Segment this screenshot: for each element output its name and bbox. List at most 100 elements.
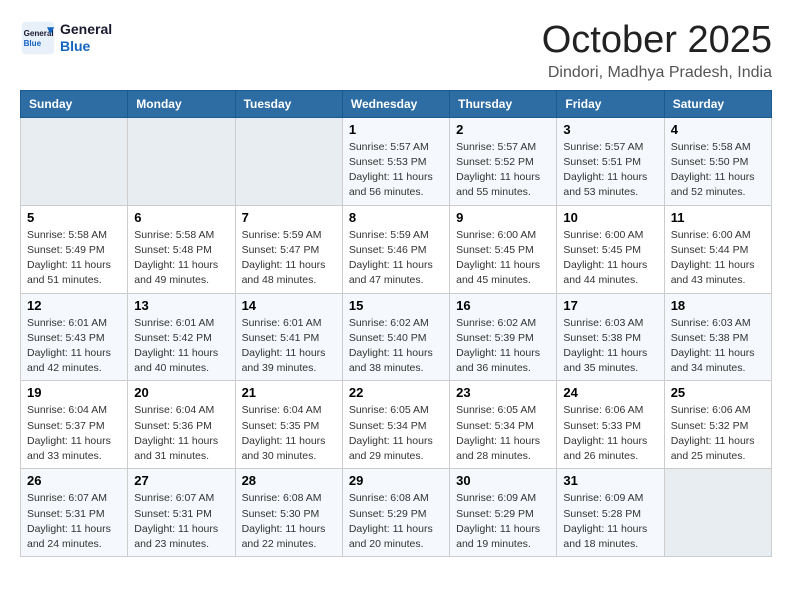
calendar-cell: 27Sunrise: 6:07 AMSunset: 5:31 PMDayligh… <box>128 469 235 557</box>
logo-icon: General Blue <box>20 20 56 56</box>
calendar-cell: 5Sunrise: 5:58 AMSunset: 5:49 PMDaylight… <box>21 205 128 293</box>
day-info: Sunrise: 5:58 AMSunset: 5:49 PMDaylight:… <box>27 228 121 289</box>
calendar-cell: 17Sunrise: 6:03 AMSunset: 5:38 PMDayligh… <box>557 293 664 381</box>
day-number: 13 <box>134 298 228 313</box>
day-number: 10 <box>563 210 657 225</box>
calendar-cell <box>21 117 128 205</box>
calendar-cell: 19 Sunrise: 6:04 AMSunset: 5:37 PMDayligh… <box>21 381 128 469</box>
calendar-cell: 26Sunrise: 6:07 AMSunset: 5:31 PMDayligh… <box>21 469 128 557</box>
day-info: Sunrise: 6:04 AMSunset: 5:35 PMDaylight:… <box>242 403 336 464</box>
day-info: Sunrise: 6:00 AMSunset: 5:44 PMDaylight:… <box>671 228 765 289</box>
calendar-cell <box>235 117 342 205</box>
calendar-cell: 13 Sunrise: 6:01 AMSunset: 5:42 PMDayligh… <box>128 293 235 381</box>
day-info: Sunrise: 6:03 AMSunset: 5:38 PMDaylight:… <box>671 316 765 377</box>
calendar-cell: 11 Sunrise: 6:00 AMSunset: 5:44 PMDayligh… <box>664 205 771 293</box>
svg-text:Blue: Blue <box>24 39 42 48</box>
calendar-cell: 21Sunrise: 6:04 AMSunset: 5:35 PMDayligh… <box>235 381 342 469</box>
calendar-cell: 2 Sunrise: 5:57 AMSunset: 5:52 PMDaylight… <box>450 117 557 205</box>
day-info: Sunrise: 6:01 AMSunset: 5:42 PMDaylight:… <box>134 316 228 377</box>
day-number: 7 <box>242 210 336 225</box>
calendar-cell <box>664 469 771 557</box>
day-info: Sunrise: 6:02 AMSunset: 5:39 PMDaylight:… <box>456 316 550 377</box>
day-number: 2 <box>456 122 550 137</box>
calendar-cell: 9 Sunrise: 6:00 AMSunset: 5:45 PMDaylight… <box>450 205 557 293</box>
calendar-cell: 28 Sunrise: 6:08 AMSunset: 5:30 PMDayligh… <box>235 469 342 557</box>
calendar-cell: 6Sunrise: 5:58 AMSunset: 5:48 PMDaylight… <box>128 205 235 293</box>
day-number: 19 <box>27 385 121 400</box>
calendar-cell: 22 Sunrise: 6:05 AMSunset: 5:34 PMDayligh… <box>342 381 449 469</box>
calendar-cell <box>128 117 235 205</box>
day-number: 30 <box>456 473 550 488</box>
day-info: Sunrise: 6:08 AMSunset: 5:30 PMDaylight:… <box>242 491 336 552</box>
calendar-cell: 23Sunrise: 6:05 AMSunset: 5:34 PMDayligh… <box>450 381 557 469</box>
day-number: 16 <box>456 298 550 313</box>
day-info: Sunrise: 6:02 AMSunset: 5:40 PMDaylight:… <box>349 316 443 377</box>
calendar-cell: 12Sunrise: 6:01 AMSunset: 5:43 PMDayligh… <box>21 293 128 381</box>
day-number: 17 <box>563 298 657 313</box>
calendar-cell: 31Sunrise: 6:09 AMSunset: 5:28 PMDayligh… <box>557 469 664 557</box>
day-number: 12 <box>27 298 121 313</box>
weekday-header-monday: Monday <box>128 90 235 117</box>
day-number: 18 <box>671 298 765 313</box>
calendar-cell: 25Sunrise: 6:06 AMSunset: 5:32 PMDayligh… <box>664 381 771 469</box>
day-info: Sunrise: 5:57 AMSunset: 5:53 PMDaylight:… <box>349 140 443 201</box>
calendar-week-row: 12Sunrise: 6:01 AMSunset: 5:43 PMDayligh… <box>21 293 772 381</box>
calendar-table: SundayMondayTuesdayWednesdayThursdayFrid… <box>20 90 772 557</box>
day-info: Sunrise: 6:04 AMSunset: 5:36 PMDaylight:… <box>134 403 228 464</box>
day-number: 24 <box>563 385 657 400</box>
calendar-cell: 8 Sunrise: 5:59 AMSunset: 5:46 PMDaylight… <box>342 205 449 293</box>
day-number: 25 <box>671 385 765 400</box>
day-number: 3 <box>563 122 657 137</box>
weekday-header-sunday: Sunday <box>21 90 128 117</box>
calendar-cell: 15 Sunrise: 6:02 AMSunset: 5:40 PMDayligh… <box>342 293 449 381</box>
day-info: Sunrise: 5:58 AMSunset: 5:48 PMDaylight:… <box>134 228 228 289</box>
day-number: 28 <box>242 473 336 488</box>
calendar-cell: 3Sunrise: 5:57 AMSunset: 5:51 PMDaylight… <box>557 117 664 205</box>
day-info: Sunrise: 6:00 AMSunset: 5:45 PMDaylight:… <box>563 228 657 289</box>
calendar-week-row: 5Sunrise: 5:58 AMSunset: 5:49 PMDaylight… <box>21 205 772 293</box>
day-info: Sunrise: 6:09 AMSunset: 5:28 PMDaylight:… <box>563 491 657 552</box>
day-number: 4 <box>671 122 765 137</box>
calendar-week-row: 26 Sunrise: 6:07 AMSunset: 5:31 PMDayligh… <box>21 469 772 557</box>
day-info: Sunrise: 6:09 AMSunset: 5:29 PMDaylight:… <box>456 491 550 552</box>
calendar-cell: 18 Sunrise: 6:03 AMSunset: 5:38 PMDayligh… <box>664 293 771 381</box>
day-info: Sunrise: 5:59 AMSunset: 5:46 PMDaylight:… <box>349 228 443 289</box>
calendar-cell: 24Sunrise: 6:06 AMSunset: 5:33 PMDayligh… <box>557 381 664 469</box>
calendar-cell: 14Sunrise: 6:01 AMSunset: 5:41 PMDayligh… <box>235 293 342 381</box>
month-title: October 2025 <box>542 20 772 62</box>
day-number: 15 <box>349 298 443 313</box>
day-info: Sunrise: 6:00 AMSunset: 5:45 PMDaylight:… <box>456 228 550 289</box>
day-number: 1 <box>349 122 443 137</box>
day-info: Sunrise: 5:57 AMSunset: 5:52 PMDaylight:… <box>456 140 550 201</box>
day-info: Sunrise: 6:04 AMSunset: 5:37 PMDaylight:… <box>27 403 121 464</box>
weekday-header-wednesday: Wednesday <box>342 90 449 117</box>
logo-text: General Blue <box>60 21 112 55</box>
day-info: Sunrise: 6:08 AMSunset: 5:29 PMDaylight:… <box>349 491 443 552</box>
calendar-week-row: 19 Sunrise: 6:04 AMSunset: 5:37 PMDayligh… <box>21 381 772 469</box>
title-area: October 2025 Dindori, Madhya Pradesh, In… <box>542 20 772 82</box>
day-info: Sunrise: 6:05 AMSunset: 5:34 PMDaylight:… <box>349 403 443 464</box>
calendar-cell: 20 Sunrise: 6:04 AMSunset: 5:36 PMDayligh… <box>128 381 235 469</box>
weekday-header-tuesday: Tuesday <box>235 90 342 117</box>
day-number: 9 <box>456 210 550 225</box>
calendar-week-row: 1 Sunrise: 5:57 AMSunset: 5:53 PMDaylight… <box>21 117 772 205</box>
day-number: 20 <box>134 385 228 400</box>
location-title: Dindori, Madhya Pradesh, India <box>542 64 772 82</box>
calendar-cell: 1 Sunrise: 5:57 AMSunset: 5:53 PMDaylight… <box>342 117 449 205</box>
weekday-header-friday: Friday <box>557 90 664 117</box>
calendar-cell: 10 Sunrise: 6:00 AMSunset: 5:45 PMDayligh… <box>557 205 664 293</box>
day-number: 8 <box>349 210 443 225</box>
weekday-header-row: SundayMondayTuesdayWednesdayThursdayFrid… <box>21 90 772 117</box>
day-info: Sunrise: 6:05 AMSunset: 5:34 PMDaylight:… <box>456 403 550 464</box>
day-info: Sunrise: 5:59 AMSunset: 5:47 PMDaylight:… <box>242 228 336 289</box>
calendar-cell: 29Sunrise: 6:08 AMSunset: 5:29 PMDayligh… <box>342 469 449 557</box>
weekday-header-thursday: Thursday <box>450 90 557 117</box>
calendar-cell: 30 Sunrise: 6:09 AMSunset: 5:29 PMDayligh… <box>450 469 557 557</box>
day-number: 11 <box>671 210 765 225</box>
day-number: 22 <box>349 385 443 400</box>
day-info: Sunrise: 6:07 AMSunset: 5:31 PMDaylight:… <box>134 491 228 552</box>
day-number: 26 <box>27 473 121 488</box>
day-number: 14 <box>242 298 336 313</box>
day-info: Sunrise: 5:58 AMSunset: 5:50 PMDaylight:… <box>671 140 765 201</box>
logo-area: General Blue General Blue <box>20 20 112 56</box>
